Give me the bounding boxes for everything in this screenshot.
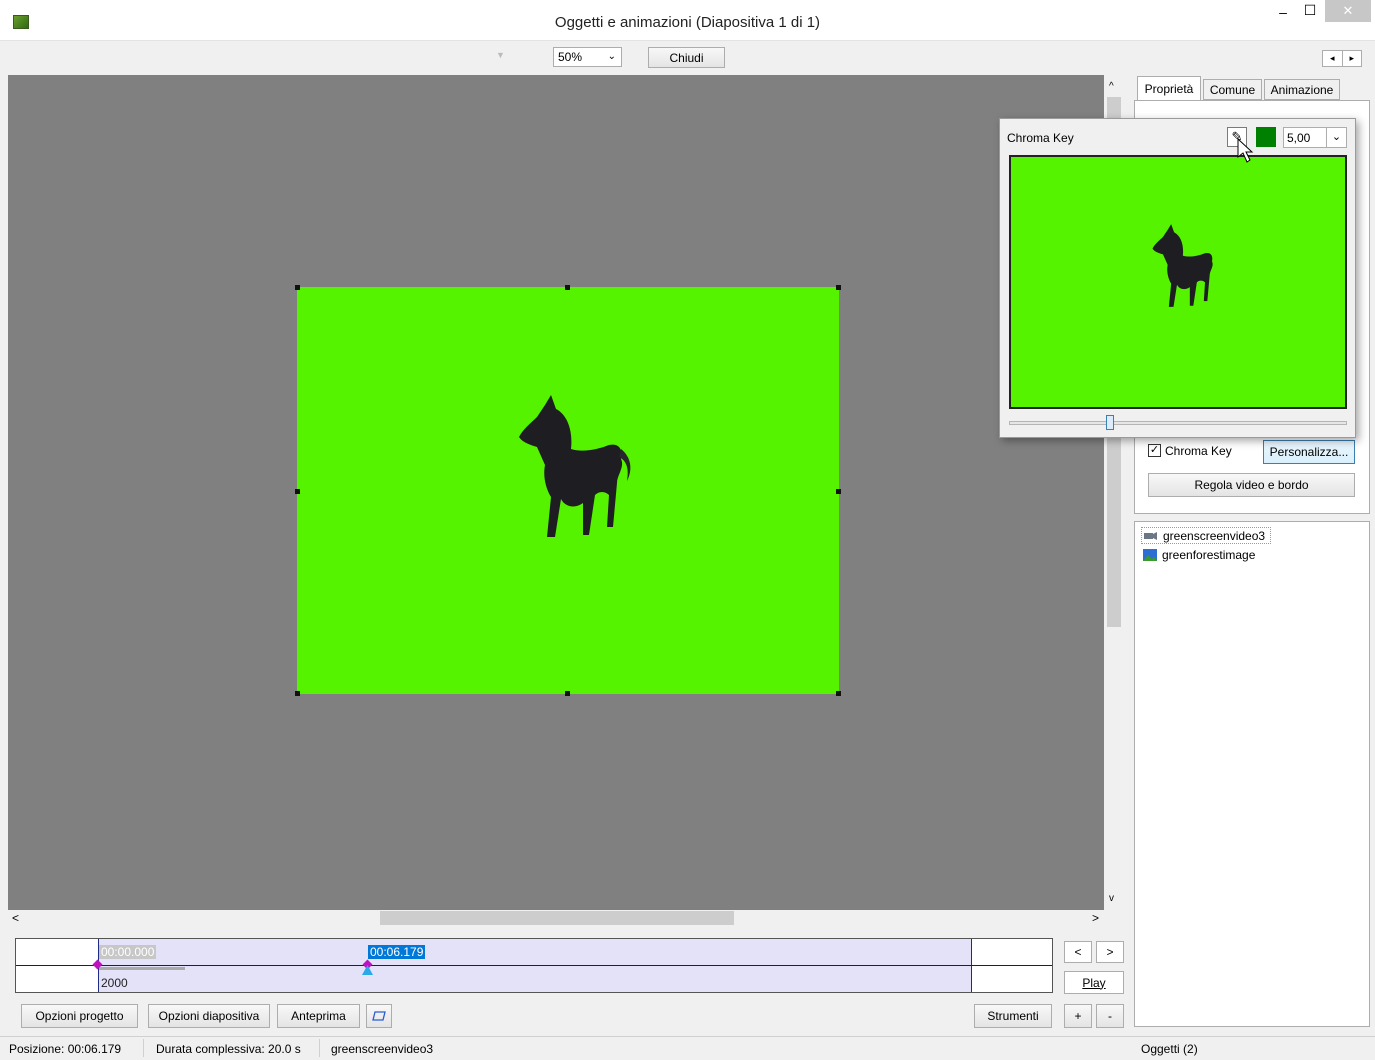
timeline-start-time: 00:00.000: [99, 945, 157, 959]
nav-right-button[interactable]: ▸: [1343, 51, 1362, 66]
scroll-down-button[interactable]: v: [1109, 893, 1114, 904]
resize-handle[interactable]: [565, 691, 570, 696]
customize-button[interactable]: Personalizza...: [1263, 440, 1355, 464]
tools-button[interactable]: Strumenti: [974, 1004, 1052, 1028]
play-label: Play: [1082, 975, 1106, 990]
play-button[interactable]: Play: [1064, 971, 1124, 994]
chevron-down-icon: ⌄: [1326, 128, 1346, 147]
tab-label: Proprietà: [1144, 81, 1194, 96]
zoom-select[interactable]: 50% ⌄: [553, 47, 622, 67]
resize-handle[interactable]: [836, 489, 841, 494]
toolbar: M OK T ✕ ↶ ↷ ✂ ▼ 50% ⌄ Chiudi ◂: [0, 40, 1375, 110]
title-bar: Oggetti e animazioni (Diapositiva 1 di 1…: [0, 0, 1375, 41]
tab-properties[interactable]: Proprietà: [1137, 76, 1201, 100]
resize-handle[interactable]: [836, 691, 841, 696]
list-item[interactable]: greenscreenvideo3: [1141, 527, 1271, 544]
timeline-current-time: 00:06.179: [368, 945, 426, 959]
key-color-swatch[interactable]: [1256, 127, 1276, 147]
tab-common[interactable]: Comune: [1203, 79, 1262, 100]
status-divider: [319, 1039, 320, 1057]
tab-label: Comune: [1209, 82, 1256, 97]
object-name: greenforestimage: [1162, 548, 1256, 562]
resize-handle[interactable]: [565, 285, 570, 290]
preview-button[interactable]: Anteprima: [277, 1004, 360, 1028]
image-icon: [1143, 549, 1157, 561]
horizontal-scrollbar[interactable]: < >: [8, 910, 1104, 926]
maximize-button[interactable]: ☐: [1297, 2, 1323, 22]
close-button[interactable]: Chiudi: [648, 47, 725, 68]
popup-title: Chroma Key: [1007, 131, 1074, 145]
add-button[interactable]: +: [1064, 1004, 1092, 1028]
list-item[interactable]: greenforestimage: [1141, 547, 1281, 564]
timeline[interactable]: 00:00.000 00:06.179 2000: [15, 938, 1053, 993]
slide-options-button[interactable]: Opzioni diapositiva: [148, 1004, 270, 1028]
view-icon: [372, 1011, 386, 1021]
tolerance-slider-track[interactable]: [1009, 421, 1347, 425]
toggle-view-button[interactable]: [366, 1004, 392, 1028]
horse-figure: [519, 395, 631, 537]
canvas[interactable]: [8, 75, 1104, 910]
video-icon: [1144, 532, 1157, 540]
tolerance-slider-thumb[interactable]: [1106, 415, 1115, 430]
status-divider: [143, 1039, 144, 1057]
chroma-key-label: Chroma Key: [1165, 444, 1232, 458]
playhead-icon[interactable]: [362, 965, 373, 975]
chevron-down-icon: ⌄: [607, 51, 616, 62]
project-options-button[interactable]: Opzioni progetto: [21, 1004, 138, 1028]
timeline-track-line: [16, 965, 1052, 966]
tab-label: Animazione: [1270, 82, 1334, 97]
object-name: greenscreenvideo3: [1163, 529, 1266, 543]
status-position: Posizione: 00:06.179: [9, 1042, 122, 1056]
chroma-key-popup: Chroma Key ✎ 5,00 ⌄: [999, 118, 1356, 438]
remove-button[interactable]: -: [1096, 1004, 1124, 1028]
scroll-left-button[interactable]: <: [12, 911, 19, 925]
tolerance-value: 5,00: [1287, 131, 1311, 145]
scroll-right-button[interactable]: >: [1092, 911, 1099, 925]
horse-preview: [1152, 224, 1213, 307]
grid-dropdown-arrow[interactable]: ▼: [496, 50, 505, 60]
timeline-next-button[interactable]: >: [1096, 941, 1124, 963]
status-duration: Durata complessiva: 20.0 s: [156, 1042, 301, 1056]
nav-left-button[interactable]: ◂: [1323, 51, 1343, 66]
resize-handle[interactable]: [836, 285, 841, 290]
timeline-prev-button[interactable]: <: [1064, 941, 1092, 963]
status-object: greenscreenvideo3: [331, 1042, 434, 1056]
tolerance-select[interactable]: 5,00 ⌄: [1283, 127, 1347, 148]
resize-handle[interactable]: [295, 489, 300, 494]
adjust-video-button[interactable]: Regola video e bordo: [1148, 473, 1355, 497]
objects-list: greenscreenvideo3 greenforestimage: [1134, 521, 1370, 1027]
zoom-value: 50%: [558, 50, 583, 64]
scroll-up-button[interactable]: ^: [1109, 81, 1114, 92]
chroma-preview: [1009, 155, 1347, 409]
tab-animation[interactable]: Animazione: [1264, 79, 1340, 100]
objects-count: Oggetti (2): [1141, 1042, 1198, 1056]
cursor-icon: [1237, 138, 1254, 163]
resize-handle[interactable]: [295, 691, 300, 696]
nav-buttons: ◂ ▸: [1322, 50, 1362, 67]
resize-handle[interactable]: [295, 285, 300, 290]
scroll-thumb[interactable]: [380, 911, 734, 925]
window-title: Oggetti e animazioni (Diapositiva 1 di 1…: [554, 14, 821, 31]
keyframe-value: 2000: [101, 976, 128, 990]
minimize-button[interactable]: –: [1270, 4, 1296, 24]
transition-bar: [99, 967, 185, 970]
close-window-button[interactable]: ✕: [1325, 0, 1371, 22]
chroma-key-checkbox[interactable]: ✓: [1148, 444, 1161, 457]
green-screen-video[interactable]: [295, 285, 841, 696]
